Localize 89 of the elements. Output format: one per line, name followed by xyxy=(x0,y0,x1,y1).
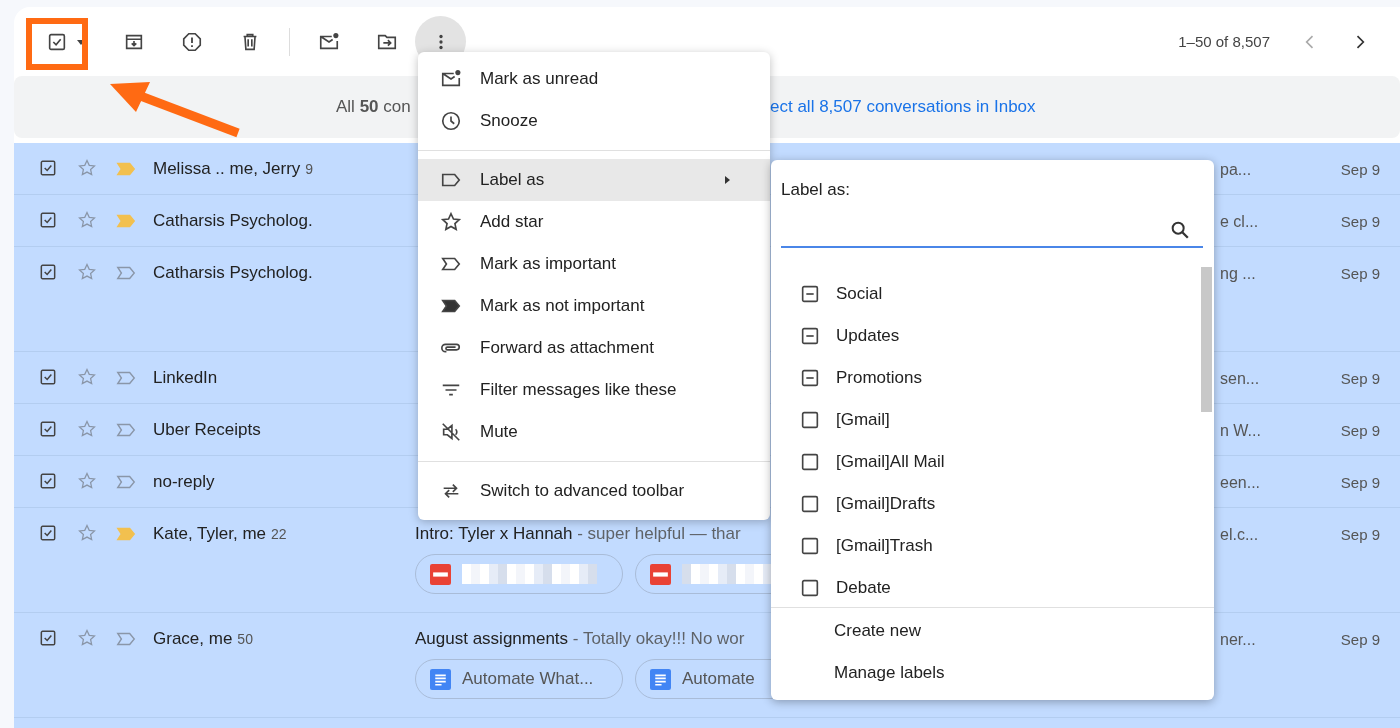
checkbox[interactable] xyxy=(799,577,821,599)
checkbox[interactable] xyxy=(799,325,821,347)
email-snippet: pa... xyxy=(1220,161,1253,179)
attachment-name: Automate What... xyxy=(462,669,594,689)
sender-name: Kate, Tyler, me xyxy=(153,524,267,544)
menu-item[interactable]: Filter messages like these xyxy=(418,369,770,411)
email-snippet: sen... xyxy=(1220,370,1261,388)
checkbox[interactable] xyxy=(799,409,821,431)
spam-icon[interactable] xyxy=(181,30,203,53)
sender-name: no-reply xyxy=(153,472,215,492)
star-icon[interactable] xyxy=(77,523,97,543)
menu-item[interactable]: Mute xyxy=(418,411,770,453)
star-icon[interactable] xyxy=(77,471,97,491)
star-icon[interactable] xyxy=(77,262,97,282)
star-icon[interactable] xyxy=(77,210,97,230)
label-option[interactable]: Updates xyxy=(771,315,1214,357)
menu-item[interactable]: Forward as attachment xyxy=(418,327,770,369)
star-icon[interactable] xyxy=(77,419,97,439)
checkbox[interactable] xyxy=(38,158,58,178)
checkbox[interactable] xyxy=(799,283,821,305)
snooze-icon xyxy=(440,110,462,132)
menu-item[interactable]: Label as xyxy=(418,159,770,201)
email-date: Sep 9 xyxy=(1339,422,1380,439)
sender-name: Grace, me xyxy=(153,629,233,649)
email-snippet: el.c... xyxy=(1220,526,1260,544)
email-date: Sep 9 xyxy=(1339,213,1380,230)
mute-icon xyxy=(440,421,462,443)
label-option[interactable]: [Gmail] xyxy=(771,399,1214,441)
checkbox[interactable] xyxy=(38,523,58,543)
label-option[interactable]: Promotions xyxy=(771,357,1214,399)
star-icon[interactable] xyxy=(77,158,97,178)
email-date: Sep 9 xyxy=(1339,265,1380,282)
email-snippet: e cl... xyxy=(1220,213,1260,231)
thread-count: 22 xyxy=(271,526,287,542)
email-date: Sep 9 xyxy=(1339,631,1380,648)
pagination-text: 1–50 of 8,507 xyxy=(1178,33,1270,50)
checkbox[interactable] xyxy=(38,471,58,491)
email-date: Sep 9 xyxy=(1339,370,1380,387)
sender-name: LinkedIn xyxy=(153,368,218,388)
email-snippet: n W... xyxy=(1220,422,1262,440)
pdf-file-icon xyxy=(430,563,451,585)
email-snippet: een... xyxy=(1220,474,1262,492)
sender-name: Uber Receipts xyxy=(153,420,261,440)
checkbox[interactable] xyxy=(799,451,821,473)
sender-name: Catharsis Psycholog. xyxy=(153,211,313,231)
email-subject: Intro: Tyler x Hannah xyxy=(415,524,573,543)
menu-item[interactable]: Add star xyxy=(418,201,770,243)
checkbox[interactable] xyxy=(38,367,58,387)
email-snippet: - Totally okay!!! No wor xyxy=(571,629,745,648)
label-option[interactable]: Debate xyxy=(771,567,1214,607)
email-date: Sep 9 xyxy=(1339,161,1380,178)
highlight-box xyxy=(26,18,88,70)
checkbox[interactable] xyxy=(38,419,58,439)
pdf-file-icon xyxy=(650,563,671,585)
checkbox[interactable] xyxy=(38,210,58,230)
label-option[interactable]: Social xyxy=(771,273,1214,315)
menu-item[interactable]: Mark as important xyxy=(418,243,770,285)
label-option[interactable]: [Gmail]Trash xyxy=(771,525,1214,567)
checkbox[interactable] xyxy=(38,628,58,648)
email-date: Sep 9 xyxy=(1339,474,1380,491)
search-icon[interactable] xyxy=(1169,219,1191,241)
checkbox[interactable] xyxy=(799,493,821,515)
email-subject: August assignments xyxy=(415,629,569,648)
email-date: Sep 9 xyxy=(1339,526,1380,543)
checkbox[interactable] xyxy=(799,367,821,389)
star-icon[interactable] xyxy=(77,367,97,387)
thread-count: 9 xyxy=(305,161,314,177)
menu-item[interactable]: Mark as not important xyxy=(418,285,770,327)
sender-name: Catharsis Psycholog. xyxy=(153,263,313,283)
menu-item[interactable]: Mark as unread xyxy=(418,58,770,100)
checkbox[interactable] xyxy=(799,535,821,557)
thread-count: 50 xyxy=(237,631,253,647)
star-icon xyxy=(440,211,462,233)
label-option[interactable]: [Gmail]All Mail xyxy=(771,441,1214,483)
document-icon xyxy=(430,668,451,690)
label-menu-action[interactable]: Create new xyxy=(771,610,1214,652)
select-all-link[interactable]: ect all 8,507 conversations in Inbox xyxy=(770,97,1036,117)
checkbox[interactable] xyxy=(38,262,58,282)
sender-name: Melissa .. me, Jerry xyxy=(153,159,301,179)
selection-text: All 50 con xyxy=(336,97,412,117)
attachment-name: Automate xyxy=(682,669,755,689)
document-icon xyxy=(650,668,671,690)
email-snippet: ng ... xyxy=(1220,265,1257,283)
menu-item[interactable]: Snooze xyxy=(418,100,770,142)
scrollbar[interactable] xyxy=(1201,267,1212,412)
label-menu-title: Label as: xyxy=(781,180,851,200)
star-icon[interactable] xyxy=(77,628,97,648)
email-snippet: ner... xyxy=(1220,631,1257,649)
email-snippet: - super helpful — thar xyxy=(576,524,741,543)
